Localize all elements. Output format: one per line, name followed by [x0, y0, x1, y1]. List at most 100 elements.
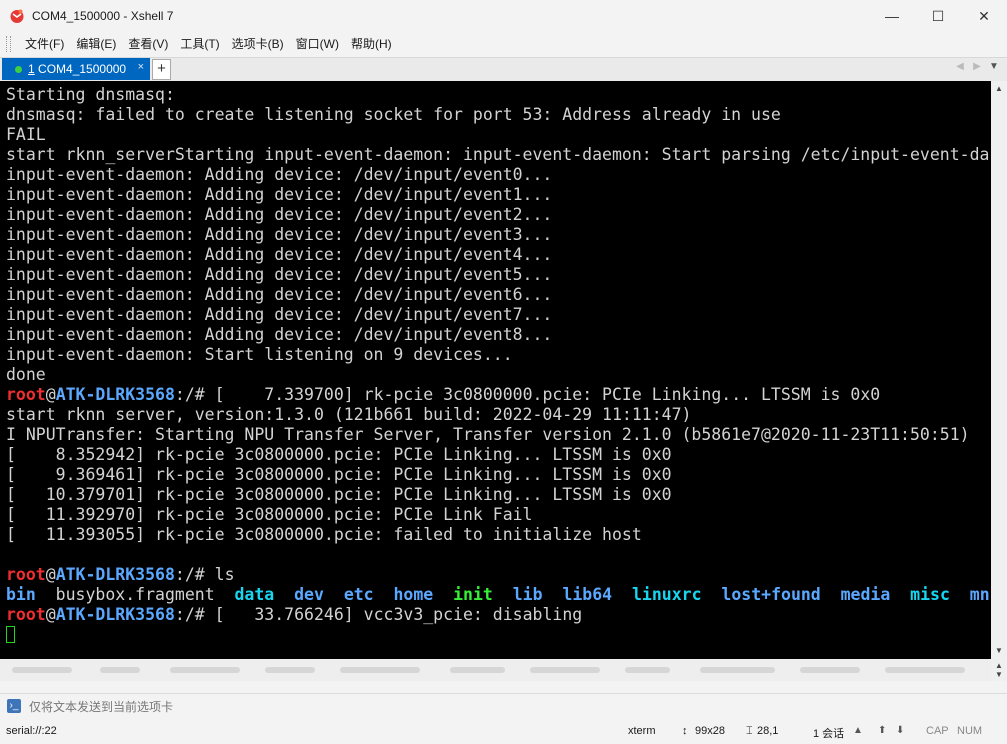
menu-view[interactable]: 查看(V) — [122, 34, 174, 54]
terminal-text-segment: [ 8.352942] rk-pcie 3c0800000.pcie: PCIe… — [6, 445, 672, 464]
scroll-up-icon[interactable]: ▲ — [991, 661, 1007, 670]
terminal-line: input-event-daemon: Start listening on 9… — [6, 345, 990, 365]
menu-bar: 文件(F) 编辑(E) 查看(V) 工具(T) 选项卡(B) 窗口(W) 帮助(… — [0, 32, 1007, 56]
terminal-text-segment: dev — [294, 585, 324, 604]
terminal-text-segment: input-event-daemon: Adding device: /dev/… — [6, 245, 553, 264]
terminal-text-segment: lost+found — [721, 585, 821, 604]
terminal-text-segment: input-event-daemon: Adding device: /dev/… — [6, 285, 553, 304]
terminal-line — [6, 625, 990, 645]
terminal-line: dnsmasq: failed to create listening sock… — [6, 105, 990, 125]
tab-list-icon[interactable]: ▼ — [987, 61, 1001, 72]
vertical-scrollbar[interactable]: ▲ ▼ — [991, 81, 1007, 659]
terminal-text-segment: lib — [512, 585, 543, 604]
terminal-text-segment: home — [393, 585, 434, 604]
blur-segment — [100, 667, 140, 673]
window-title: COM4_1500000 - Xshell 7 — [32, 9, 174, 23]
terminal-text-segment: linuxrc — [631, 585, 702, 604]
blur-segment — [700, 667, 775, 673]
terminal-line: bin busybox.fragment data dev etc home i… — [6, 585, 990, 605]
terminal-line: input-event-daemon: Adding device: /dev/… — [6, 165, 990, 185]
xshell-logo-icon — [10, 9, 24, 23]
blur-segment — [265, 667, 315, 673]
menu-help[interactable]: 帮助(H) — [345, 34, 398, 54]
blur-segment — [170, 667, 240, 673]
terminal-text-segment: root — [6, 385, 46, 404]
terminal-line: input-event-daemon: Adding device: /dev/… — [6, 185, 990, 205]
horizontal-scrollbar[interactable] — [0, 659, 991, 681]
menu-file[interactable]: 文件(F) — [19, 34, 70, 54]
menu-edit[interactable]: 编辑(E) — [70, 34, 122, 54]
terminal-line: input-event-daemon: Adding device: /dev/… — [6, 205, 990, 225]
terminal-line: [ 11.392970] rk-pcie 3c0800000.pcie: PCI… — [6, 505, 990, 525]
download-arrow-icon[interactable]: ⬇ — [896, 725, 904, 736]
menu-window[interactable]: 窗口(W) — [290, 34, 345, 54]
terminal-text-segment: media — [840, 585, 891, 604]
new-tab-button[interactable]: + — [152, 59, 171, 80]
session-dropdown-icon[interactable]: ▲ — [853, 725, 863, 736]
terminal-text-segment: misc — [910, 585, 950, 604]
upload-arrow-icon[interactable]: ⬆ — [878, 725, 886, 736]
terminal-text-segment: [ 10.379701] rk-pcie 3c0800000.pcie: PCI… — [6, 485, 672, 504]
menu-tools[interactable]: 工具(T) — [174, 34, 225, 54]
terminal-text-segment: dnsmasq: failed to create listening sock… — [6, 105, 781, 124]
blur-segment — [450, 667, 505, 673]
terminal-text-segment: input-event-daemon: Adding device: /dev/… — [6, 225, 553, 244]
cursor-position-icon: ⌶ — [746, 725, 753, 737]
terminal-output[interactable]: Starting dnsmasq: dnsmasq: failed to crea… — [0, 81, 991, 659]
terminal-text-segment: input-event-daemon: Adding device: /dev/… — [6, 185, 553, 204]
scrollbar-corner: ▲ ▼ — [991, 659, 1007, 681]
scroll-down-icon[interactable]: ▼ — [991, 643, 1007, 659]
terminal-line: input-event-daemon: Adding device: /dev/… — [6, 225, 990, 245]
terminal-text-segment: input-event-daemon: Adding device: /dev/… — [6, 265, 553, 284]
tab-scroll-right-icon[interactable]: ▶ — [970, 61, 984, 72]
cursor-position: 28,1 — [757, 725, 779, 737]
terminal-text-segment: @ — [45, 605, 56, 624]
tab-com4[interactable]: 1 COM4_1500000 × — [2, 58, 150, 80]
compose-input[interactable]: 仅将文本发送到当前选项卡 — [29, 698, 173, 715]
menu-grip-handle[interactable] — [6, 36, 11, 52]
terminal-type: xterm — [628, 725, 656, 737]
compose-bar[interactable]: ›_ 仅将文本发送到当前选项卡 — [0, 693, 1007, 718]
close-button[interactable]: ✕ — [961, 0, 1007, 32]
send-icon[interactable]: ›_ — [7, 699, 21, 713]
terminal-text-segment: busybox.fragment — [35, 585, 235, 604]
terminal-text-segment: root — [6, 565, 46, 584]
tab-close-icon[interactable]: × — [138, 61, 144, 73]
terminal-line: Starting dnsmasq: — [6, 85, 990, 105]
terminal-text-segment: ATK-DLRK3568 — [55, 565, 175, 584]
minimize-button[interactable]: — — [869, 0, 915, 32]
scroll-up-icon[interactable]: ▲ — [991, 81, 1007, 97]
terminal-text-segment: I NPUTransfer: Starting NPU Transfer Ser… — [6, 425, 970, 444]
terminal-lines: Starting dnsmasq: dnsmasq: failed to crea… — [6, 85, 990, 645]
terminal-text-segment: @ — [45, 385, 56, 404]
terminal-text-segment: ATK-DLRK3568 — [55, 385, 175, 404]
terminal-line: root@ATK-DLRK3568:/# [ 33.766246] vcc3v3… — [6, 605, 990, 625]
terminal-line: [ 11.393055] rk-pcie 3c0800000.pcie: fai… — [6, 525, 990, 545]
session-count[interactable]: 1 会话 — [813, 725, 844, 741]
terminal-text-segment: Starting dnsmasq: — [6, 85, 175, 104]
terminal-text-segment: data — [234, 585, 275, 604]
menu-tabs[interactable]: 选项卡(B) — [226, 34, 290, 54]
maximize-button[interactable]: ☐ — [915, 0, 961, 32]
status-bar: serial://:22 xterm ↕ 99x28 ⌶ 28,1 1 会话 ▲… — [0, 720, 1007, 744]
terminal-line: I NPUTransfer: Starting NPU Transfer Ser… — [6, 425, 990, 445]
terminal-line: input-event-daemon: Adding device: /dev/… — [6, 305, 990, 325]
blur-segment — [885, 667, 965, 673]
window-controls: — ☐ ✕ — [869, 0, 1007, 32]
terminal-line: input-event-daemon: Adding device: /dev/… — [6, 325, 990, 345]
terminal-text-segment: [ 9.369461] rk-pcie 3c0800000.pcie: PCIe… — [6, 465, 672, 484]
terminal-text-segment: start rknn_serverStarting input-event-da… — [6, 145, 990, 164]
tab-scroll-left-icon[interactable]: ◀ — [953, 61, 967, 72]
terminal-line: input-event-daemon: Adding device: /dev/… — [6, 245, 990, 265]
caps-lock-indicator: CAP — [926, 725, 949, 737]
blur-segment — [625, 667, 670, 673]
scroll-down-icon[interactable]: ▼ — [991, 670, 1007, 679]
